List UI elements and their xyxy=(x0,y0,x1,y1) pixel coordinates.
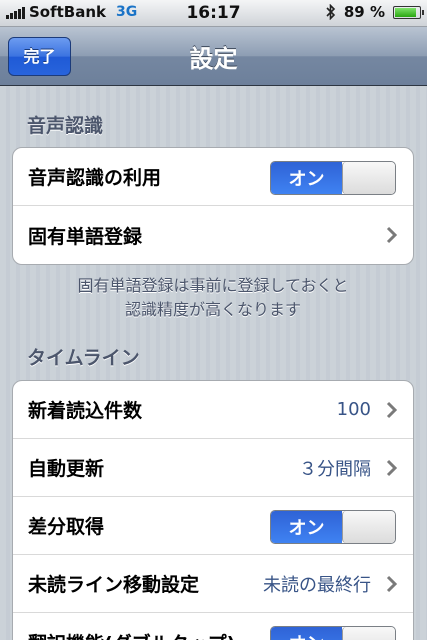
row-custom-words[interactable]: 固有単語登録 xyxy=(13,206,413,264)
row-label: 差分取得 xyxy=(28,516,105,538)
toggle-knob xyxy=(342,627,395,640)
row-translation: 翻訳機能(ダブルタップ) オン xyxy=(13,613,413,640)
voice-recognition-toggle[interactable]: オン xyxy=(270,161,396,195)
row-value: ３分間隔 xyxy=(299,458,371,480)
voice-footer-note: 固有単語登録は事前に登録しておくと 認識精度が高くなります xyxy=(12,274,414,322)
toggle-on-label: オン xyxy=(271,627,342,640)
row-label: 翻訳機能(ダブルタップ) xyxy=(28,629,235,640)
diff-fetch-toggle[interactable]: オン xyxy=(270,510,396,544)
row-value: 未読の最終行 xyxy=(263,574,371,596)
row-diff-fetch: 差分取得 オン xyxy=(13,497,413,555)
row-label: 自動更新 xyxy=(28,458,105,480)
chevron-right-icon xyxy=(386,459,398,477)
voice-settings-group: 音声認識の利用 オン 固有単語登録 xyxy=(12,147,414,265)
toggle-on-label: オン xyxy=(271,511,342,543)
toggle-on-label: オン xyxy=(271,162,342,194)
chevron-right-icon xyxy=(386,226,398,244)
section-header-timeline: タイムライン xyxy=(27,347,140,369)
row-value: 100 xyxy=(336,399,371,420)
toggle-knob xyxy=(342,162,395,194)
translation-toggle[interactable]: オン xyxy=(270,626,396,640)
row-new-load-count[interactable]: 新着読込件数 100 xyxy=(13,381,413,439)
bluetooth-icon xyxy=(326,4,335,20)
toggle-knob xyxy=(342,511,395,543)
row-voice-recognition: 音声認識の利用 オン xyxy=(13,148,413,206)
chevron-right-icon xyxy=(386,401,398,419)
section-header-voice: 音声認識 xyxy=(27,115,104,137)
footer-line: 固有単語登録は事前に登録しておくと xyxy=(77,276,349,295)
row-auto-refresh[interactable]: 自動更新 ３分間隔 xyxy=(13,439,413,497)
chevron-right-icon xyxy=(386,575,398,593)
row-label: 新着読込件数 xyxy=(28,400,143,422)
row-label: 未読ライン移動設定 xyxy=(28,574,200,596)
timeline-settings-group: 新着読込件数 100 自動更新 ３分間隔 差分取得 オン 未読ライン移動設定 未… xyxy=(12,380,414,640)
status-bar: SoftBank 3G 16:17 89 % xyxy=(0,0,427,27)
row-unread-line-move[interactable]: 未読ライン移動設定 未読の最終行 xyxy=(13,555,413,613)
row-label: 音声認識の利用 xyxy=(28,167,162,189)
navigation-bar: 完了 設定 xyxy=(0,27,427,86)
battery-icon xyxy=(393,5,424,19)
status-right-group: 89 % xyxy=(326,3,424,21)
row-label: 固有単語登録 xyxy=(28,225,143,248)
footer-line: 認識精度が高くなります xyxy=(124,300,301,319)
page-title: 設定 xyxy=(189,45,238,73)
battery-percent: 89 % xyxy=(343,3,385,21)
